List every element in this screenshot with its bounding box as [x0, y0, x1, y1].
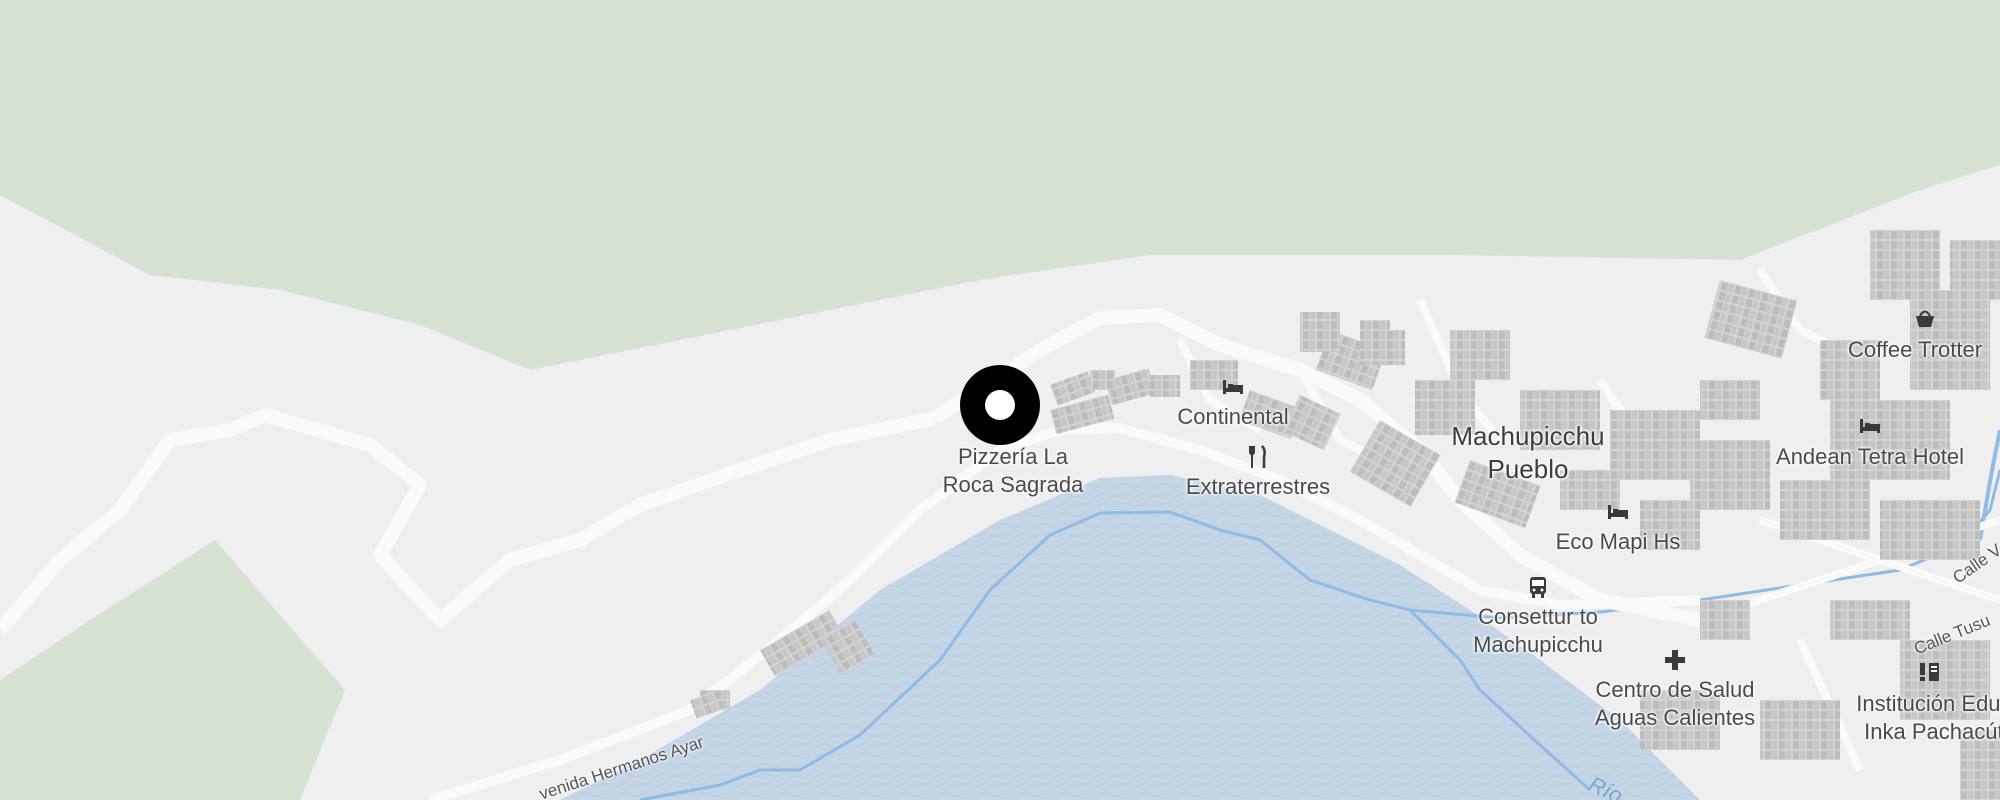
- selected-location-pin-icon[interactable]: [960, 365, 1040, 445]
- fork-knife-icon[interactable]: [1245, 444, 1271, 470]
- poi-label-pizzeria[interactable]: Pizzería La Roca Sagrada: [943, 443, 1084, 499]
- school-icon[interactable]: [1916, 659, 1942, 685]
- poi-label-continental[interactable]: Continental: [1177, 403, 1288, 431]
- poi-label-eco-mapi-hs[interactable]: Eco Mapi Hs: [1556, 528, 1681, 556]
- poi-label-institucion[interactable]: Institución EducaInka Pachacúte: [1856, 690, 2000, 746]
- map-canvas[interactable]: venida Hermanos Ayar Calle Tusu Calle V …: [0, 0, 2000, 800]
- basket-icon[interactable]: [1912, 305, 1938, 331]
- bed-icon[interactable]: [1857, 413, 1883, 439]
- place-label-machupicchu-pueblo[interactable]: Machupicchu Pueblo: [1451, 420, 1604, 486]
- bed-icon[interactable]: [1220, 374, 1246, 400]
- poi-label-coffee-trotters[interactable]: Coffee Trotter: [1848, 336, 1982, 364]
- poi-label-extraterrestres[interactable]: Extraterrestres: [1186, 473, 1330, 501]
- poi-label-andean-tetra-hotel[interactable]: Andean Tetra Hotel: [1776, 443, 1964, 471]
- bed-icon[interactable]: [1605, 499, 1631, 525]
- forest-area: [0, 0, 2000, 370]
- medical-cross-icon[interactable]: [1662, 647, 1688, 673]
- bus-icon[interactable]: [1525, 574, 1551, 600]
- poi-label-consettur[interactable]: Consettur to Machupicchu: [1473, 603, 1603, 659]
- poi-label-centro-de-salud[interactable]: Centro de Salud Aguas Calientes: [1595, 676, 1755, 732]
